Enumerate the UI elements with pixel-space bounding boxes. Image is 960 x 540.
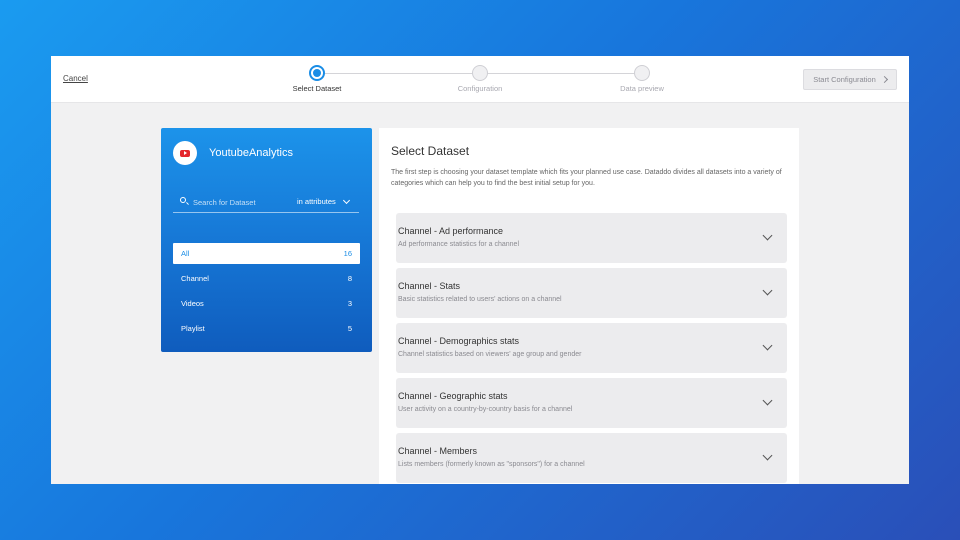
- search-input[interactable]: [193, 195, 293, 209]
- start-configuration-button[interactable]: Start Configuration: [803, 69, 897, 90]
- chevron-down-icon[interactable]: [762, 395, 773, 406]
- step-configuration[interactable]: Configuration: [430, 65, 530, 93]
- category-count: 16: [343, 249, 352, 258]
- category-item-videos[interactable]: Videos 3: [173, 293, 360, 314]
- dataset-title: Channel - Stats: [398, 281, 461, 291]
- search-icon: [180, 197, 186, 203]
- dataset-title: Channel - Members: [398, 446, 478, 456]
- dataset-item-ad-performance[interactable]: Channel - Ad performance Ad performance …: [396, 213, 787, 263]
- dataset-subtitle: Ad performance statistics for a channel: [398, 241, 520, 248]
- category-count: 3: [347, 299, 352, 308]
- dataset-subtitle: User activity on a country-by-country ba…: [398, 406, 573, 413]
- start-configuration-label: Start Configuration: [813, 75, 876, 84]
- top-bar: Cancel Select Dataset Configuration Data…: [51, 56, 909, 103]
- step-indicator: [634, 65, 650, 81]
- chevron-right-icon: [880, 75, 888, 84]
- chevron-down-icon[interactable]: [762, 285, 773, 296]
- category-list: All 16 Channel 8 Videos 3 Playlist 5: [173, 243, 360, 343]
- step-label: Select Dataset: [292, 84, 342, 93]
- dataset-item-members[interactable]: Channel - Members Lists members (formerl…: [396, 433, 787, 483]
- step-select-dataset[interactable]: Select Dataset: [267, 65, 367, 93]
- attribute-filter-value: in attributes: [297, 197, 336, 206]
- attribute-filter-select[interactable]: in attributes: [297, 196, 350, 206]
- category-item-channel[interactable]: Channel 8: [173, 268, 360, 289]
- category-item-playlist[interactable]: Playlist 5: [173, 318, 360, 339]
- dataset-item-stats[interactable]: Channel - Stats Basic statistics related…: [396, 268, 787, 318]
- page-description: The first step is choosing your dataset …: [391, 169, 782, 187]
- chevron-down-icon[interactable]: [762, 230, 773, 241]
- step-indicator: [472, 65, 488, 81]
- dataset-sidebar: YoutubeAnalytics in attributes All 16 Ch…: [161, 128, 372, 352]
- dataset-item-demographics-stats[interactable]: Channel - Demographics stats Channel sta…: [396, 323, 787, 373]
- dataset-subtitle: Basic statistics related to users' actio…: [398, 296, 562, 303]
- step-label: Configuration: [457, 84, 503, 93]
- youtube-play-icon: [180, 149, 190, 157]
- app-window: Cancel Select Dataset Configuration Data…: [51, 56, 909, 484]
- dataset-search: in attributes: [173, 191, 359, 213]
- step-data-preview[interactable]: Data preview: [592, 65, 692, 93]
- chevron-down-icon[interactable]: [762, 340, 773, 351]
- connector-name: YoutubeAnalytics: [209, 147, 293, 159]
- dataset-subtitle: Lists members (formerly known as "sponso…: [398, 461, 585, 468]
- dataset-list: Channel - Ad performance Ad performance …: [396, 213, 787, 484]
- progress-stepper: Select Dataset Configuration Data previe…: [51, 56, 909, 103]
- page-title: Select Dataset: [391, 144, 470, 158]
- category-count: 8: [347, 274, 352, 283]
- step-label: Data preview: [620, 84, 664, 93]
- dataset-title: Channel - Ad performance: [398, 226, 504, 236]
- chevron-down-icon[interactable]: [762, 450, 773, 461]
- category-count: 5: [347, 324, 352, 333]
- category-label: All: [181, 249, 190, 258]
- youtube-logo: [173, 141, 197, 165]
- dataset-item-geographic-stats[interactable]: Channel - Geographic stats User activity…: [396, 378, 787, 428]
- dataset-subtitle: Channel statistics based on viewers' age…: [398, 351, 582, 358]
- dataset-title: Channel - Geographic stats: [398, 391, 508, 401]
- dataset-panel: Select Dataset The first step is choosin…: [379, 128, 799, 484]
- dataset-title: Channel - Demographics stats: [398, 336, 520, 346]
- category-item-all[interactable]: All 16: [173, 243, 360, 264]
- category-label: Playlist: [181, 324, 205, 333]
- category-label: Channel: [181, 274, 209, 283]
- step-indicator-active: [309, 65, 325, 81]
- category-label: Videos: [181, 299, 204, 308]
- chevron-down-icon: [342, 196, 350, 204]
